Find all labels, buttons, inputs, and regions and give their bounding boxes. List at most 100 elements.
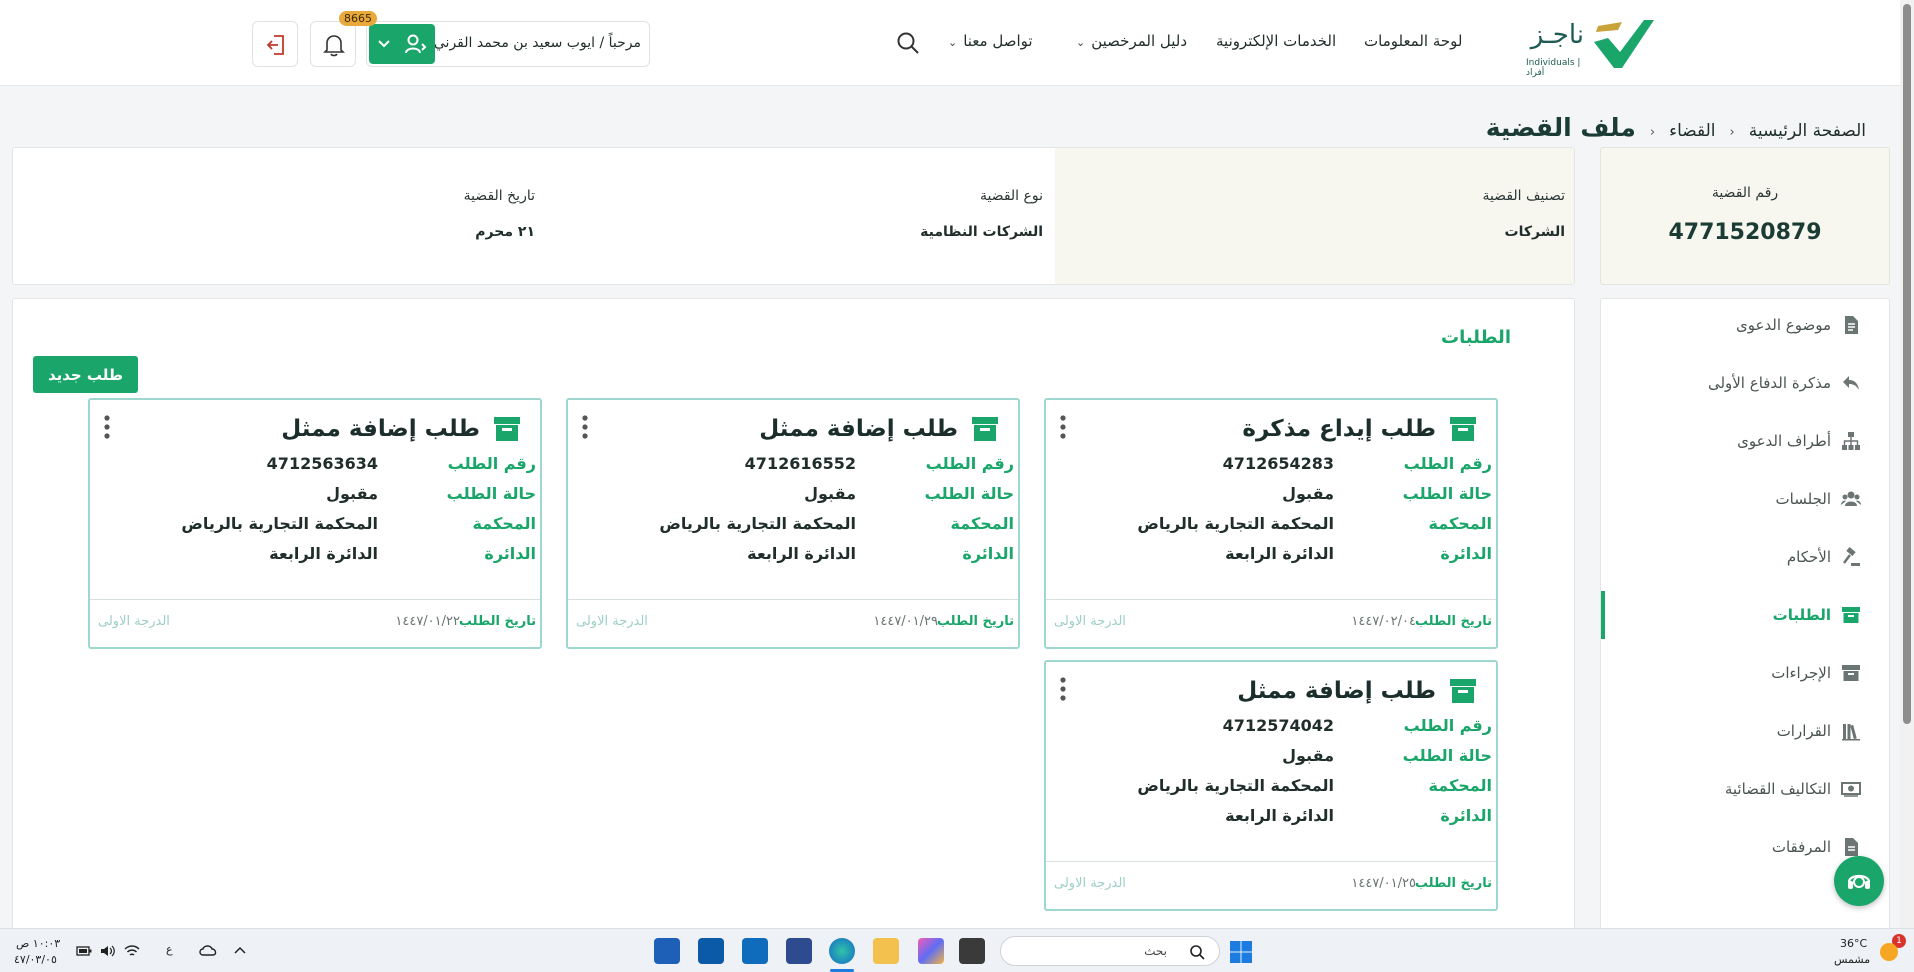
clock-date[interactable]: ٤٧/٠٣/٠٥ <box>14 953 57 966</box>
more-options-icon[interactable] <box>102 414 112 442</box>
request-degree: الدرجة الاولى <box>98 614 170 629</box>
archive-icon <box>1450 417 1476 441</box>
input-language[interactable]: ع <box>166 943 173 956</box>
sidebar-item-requests[interactable]: الطلبات <box>1773 605 1861 625</box>
word-app-icon[interactable] <box>654 938 680 964</box>
more-options-icon[interactable] <box>1058 676 1068 704</box>
request-circuit-value: الدائرة الرابعة <box>269 544 378 563</box>
more-options-icon[interactable] <box>580 414 590 442</box>
request-card-header: طلب إضافة ممثل <box>1237 676 1478 706</box>
weather-temperature[interactable]: 36°C <box>1840 937 1867 950</box>
nav-contact[interactable]: ⌄ تواصل معنا <box>942 32 1033 50</box>
archive-icon <box>972 417 998 441</box>
weather-description[interactable]: مشمس <box>1834 953 1870 966</box>
request-card-footer: تاريخ الطلب ١٤٤٧/٠١/٢٩ الدرجة الاولى <box>568 599 1018 649</box>
request-degree: الدرجة الاولى <box>1054 614 1126 629</box>
store-app-icon[interactable] <box>786 938 812 964</box>
sidebar-item-label: المرفقات <box>1771 838 1831 856</box>
user-dropdown-button[interactable] <box>369 24 435 64</box>
request-card-footer: تاريخ الطلب ١٤٤٧/٠١/٢٢ الدرجة الاولى <box>90 599 540 649</box>
najiz-logo[interactable]: ناجـز Individuals | أفراد <box>1526 14 1656 78</box>
scrollbar-thumb[interactable] <box>1903 4 1911 724</box>
request-card[interactable]: طلب إضافة ممثل رقم الطلب 4712563634 حالة ال… <box>88 398 542 649</box>
sidebar-item-subject[interactable]: موضوع الدعوى <box>1736 315 1861 335</box>
sidebar-item-defense-memo[interactable]: مذكرة الدفاع الأولى <box>1708 373 1861 393</box>
request-number-value: 4712574042 <box>1222 716 1334 735</box>
cloud-icon[interactable] <box>198 943 218 957</box>
breadcrumb-home[interactable]: الصفحة الرئيسية <box>1749 121 1866 141</box>
terminal-app-icon[interactable] <box>959 938 985 964</box>
logout-button[interactable] <box>252 21 298 67</box>
request-circuit-label: الدائرة <box>484 544 536 563</box>
request-title: طلب إضافة ممثل <box>1237 678 1436 704</box>
headset-icon <box>1847 874 1871 889</box>
edge-browser-icon[interactable] <box>829 938 855 964</box>
nav-eservices[interactable]: الخدمات الإلكترونية <box>1216 32 1336 50</box>
windows-start-icon[interactable] <box>1229 940 1253 964</box>
nav-licensees[interactable]: ⌄ دليل المرخصين <box>1070 32 1187 50</box>
outlook-app-icon[interactable] <box>698 938 724 964</box>
clock-time[interactable]: ١٠:٠٣ ص <box>16 937 60 950</box>
file-explorer-icon[interactable] <box>873 938 899 964</box>
request-title: طلب إيداع مذكرة <box>1242 416 1436 442</box>
nav-dashboard[interactable]: لوحة المعلومات <box>1364 32 1463 50</box>
page-scrollbar[interactable] <box>1900 0 1914 928</box>
case-type-label: نوع القضية <box>979 188 1043 204</box>
more-options-icon[interactable] <box>1058 414 1068 442</box>
request-card-header: طلب إضافة ممثل <box>281 414 522 444</box>
case-number-value: 4771520879 <box>1668 220 1822 245</box>
case-details-card: تصنيف القضية الشركات نوع القضية الشركات … <box>12 147 1575 285</box>
users-icon <box>1841 491 1861 506</box>
archive-icon <box>494 417 520 441</box>
outlook-new-icon[interactable] <box>742 938 768 964</box>
sidebar-item-decisions[interactable]: القرارات <box>1777 721 1861 741</box>
request-date-value: ١٤٤٧/٠١/٢٢ <box>395 614 460 629</box>
search-icon[interactable] <box>896 31 920 55</box>
sidebar-item-costs[interactable]: التكاليف القضائية <box>1725 779 1861 799</box>
request-card[interactable]: طلب إضافة ممثل رقم الطلب 4712574042 حالة ال… <box>1044 660 1498 911</box>
sidebar-item-judgments[interactable]: الأحكام <box>1787 547 1861 567</box>
logo-text: ناجـز <box>1530 20 1584 50</box>
request-degree: الدرجة الاولى <box>1054 876 1126 891</box>
request-court-value: المحكمة التجارية بالرياض <box>181 514 378 533</box>
request-circuit-value: الدائرة الرابعة <box>747 544 856 563</box>
chevron-up-icon[interactable] <box>234 945 246 955</box>
sidebar-item-procedures[interactable]: الإجراءات <box>1771 663 1861 683</box>
money-icon <box>1841 782 1861 797</box>
file-icon <box>1845 838 1858 856</box>
support-chat-button[interactable] <box>1834 856 1884 906</box>
gavel-icon <box>1843 547 1860 566</box>
volume-icon[interactable] <box>100 944 116 958</box>
user-menu[interactable]: مرحباً / ايوب سعيد بن محمد القرني <box>366 21 650 67</box>
classification-value: الشركات <box>1504 224 1565 240</box>
request-date-value: ١٤٤٧/٠٢/٠٤ <box>1351 614 1416 629</box>
taskbar-search[interactable]: بحث <box>1000 936 1220 966</box>
classification-panel <box>1055 148 1574 284</box>
notifications-button[interactable] <box>310 21 356 67</box>
logout-icon <box>266 35 284 55</box>
copilot-app-icon[interactable] <box>918 938 944 964</box>
sun-icon <box>1880 943 1898 961</box>
chevron-down-icon: ⌄ <box>1076 36 1086 49</box>
wifi-icon[interactable] <box>124 944 140 958</box>
new-request-button[interactable]: طلب جديد <box>33 356 138 393</box>
notification-count-badge: 8665 <box>339 11 377 26</box>
breadcrumb-judiciary[interactable]: القضاء <box>1669 121 1715 141</box>
sidebar-item-attachments[interactable]: المرفقات <box>1772 837 1861 857</box>
request-number-value: 4712616552 <box>744 454 856 473</box>
request-card[interactable]: طلب إيداع مذكرة رقم الطلب 4712654283 حالة ا… <box>1044 398 1498 649</box>
chevron-left-icon: ‹ <box>1649 125 1656 140</box>
active-indicator <box>1601 591 1605 639</box>
sidebar-item-sessions[interactable]: الجلسات <box>1776 489 1861 509</box>
request-status-value: مقبول <box>1282 746 1334 765</box>
sidebar-item-label: الطلبات <box>1772 606 1831 624</box>
sidebar-item-parties[interactable]: أطراف الدعوى <box>1737 431 1861 451</box>
request-date-label: تاريخ الطلب <box>458 614 536 629</box>
archive-icon <box>1842 607 1860 623</box>
sidebar-item-label: القرارات <box>1776 722 1831 740</box>
sidebar-item-label: الإجراءات <box>1771 664 1831 682</box>
request-card[interactable]: طلب إضافة ممثل رقم الطلب 4712616552 حالة ال… <box>566 398 1020 649</box>
battery-icon[interactable] <box>76 945 92 957</box>
request-status-label: حالة الطلب <box>1402 484 1492 503</box>
request-title: طلب إضافة ممثل <box>759 416 958 442</box>
